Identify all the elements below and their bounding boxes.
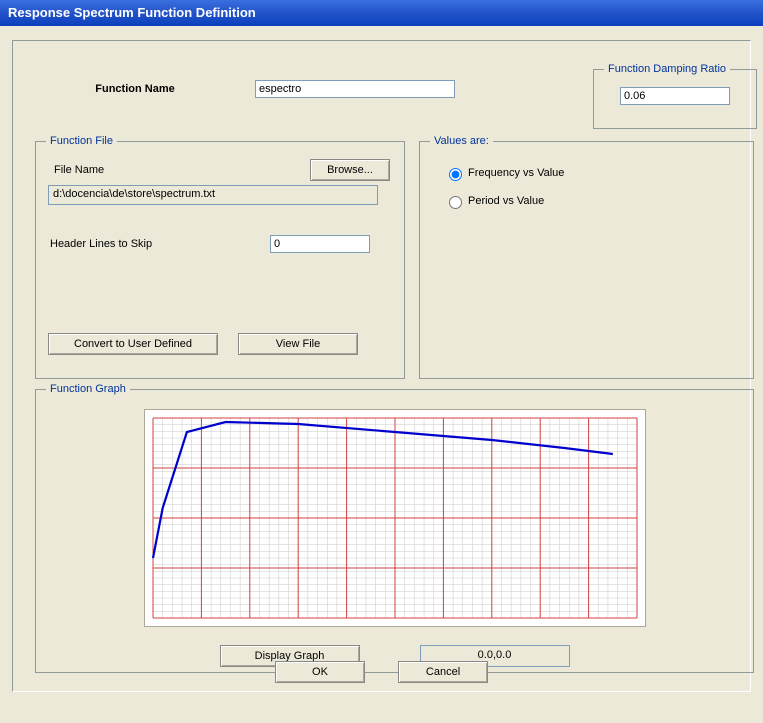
graph-svg	[145, 410, 645, 626]
function-graph-legend: Function Graph	[46, 383, 130, 395]
browse-button[interactable]: Browse...	[310, 159, 390, 181]
convert-user-defined-button[interactable]: Convert to User Defined	[48, 333, 218, 355]
frequency-vs-value-radio[interactable]	[449, 168, 462, 181]
graph-canvas	[144, 409, 646, 627]
damping-ratio-legend: Function Damping Ratio	[604, 63, 730, 75]
ok-button[interactable]: OK	[275, 661, 365, 683]
values-are-group: Values are: Frequency vs Value Period vs…	[419, 135, 754, 379]
header-lines-label: Header Lines to Skip	[46, 238, 270, 250]
function-file-legend: Function File	[46, 135, 117, 147]
cancel-button[interactable]: Cancel	[398, 661, 488, 683]
frequency-vs-value-label: Frequency vs Value	[468, 167, 564, 179]
damping-ratio-group: Function Damping Ratio	[593, 63, 757, 129]
function-name-input[interactable]	[255, 80, 455, 98]
file-name-label: File Name	[50, 164, 104, 176]
damping-ratio-input[interactable]	[620, 87, 730, 105]
function-graph-group: Function Graph Display Graph 0.0,0.0	[35, 383, 754, 673]
function-name-label: Function Name	[35, 83, 235, 95]
window-title: Response Spectrum Function Definition	[8, 5, 256, 20]
function-name-row: Function Name	[35, 69, 575, 109]
function-file-group: Function File File Name Browse... d:\doc…	[35, 135, 405, 379]
main-panel: Function Name Function Damping Ratio Fun…	[12, 40, 751, 692]
values-are-legend: Values are:	[430, 135, 493, 147]
dialog-body: Function Name Function Damping Ratio Fun…	[0, 26, 763, 723]
title-bar: Response Spectrum Function Definition	[0, 0, 763, 26]
header-lines-input[interactable]	[270, 235, 370, 253]
period-vs-value-label: Period vs Value	[468, 195, 544, 207]
view-file-button[interactable]: View File	[238, 333, 358, 355]
period-vs-value-radio[interactable]	[449, 196, 462, 209]
file-path-display: d:\docencia\de\store\spectrum.txt	[48, 185, 378, 205]
